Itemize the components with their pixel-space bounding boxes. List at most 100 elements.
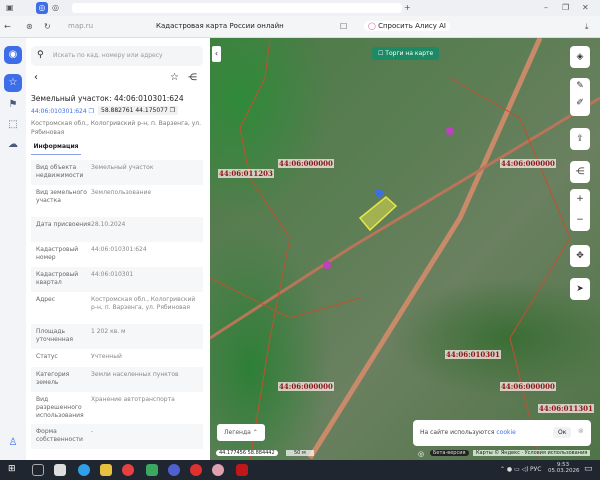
edit-icon[interactable]: ✐ [570, 95, 590, 112]
cadastral-label: 44:06:010301 [445, 350, 501, 359]
tab-information[interactable]: Информация [31, 143, 81, 155]
back-icon[interactable]: ← [4, 21, 11, 33]
info-key: Вид разрешенного использования [36, 396, 84, 419]
info-row: Адрес Костромская обл., Кологривский р-н,… [31, 292, 203, 324]
alice-label: Спросить Алису AI [378, 22, 446, 30]
download-icon[interactable]: ⤓ [585, 21, 589, 33]
cad-number-link[interactable]: 44:06:010301:624 ❐ [31, 108, 94, 115]
coords-copy[interactable]: 58.882761 44.175077 ❐ [98, 106, 179, 115]
info-panel: ⚲ Искать по кад. номеру или адресу ‹ ☆ ⋲… [26, 38, 210, 460]
legend-button[interactable]: Легенда ⌃ [217, 424, 265, 441]
task-view-icon[interactable] [32, 464, 44, 476]
acrobat-icon[interactable] [236, 464, 248, 476]
tray-icons[interactable]: ⌃ ● ▭ ◁) [500, 466, 529, 473]
date: 05.03.2026 [548, 468, 580, 474]
windows-start-icon[interactable]: ⊞ [8, 464, 16, 474]
yandex-icon[interactable] [190, 464, 202, 476]
info-key: Дата присвоения [36, 221, 91, 228]
back-button[interactable]: ‹ [34, 72, 38, 83]
copyright[interactable]: Карты © Яндекс · Условия использования [473, 450, 591, 456]
info-key: Кадастровый номер [36, 246, 79, 261]
calendar-icon[interactable] [146, 464, 158, 476]
explorer-icon[interactable] [100, 464, 112, 476]
app-icon[interactable] [212, 464, 224, 476]
taskbar: ⊞ ⌃ ● ▭ ◁) РУС 9:53 05.03.2026 ▭ [0, 460, 600, 480]
new-tab-button[interactable]: + [404, 2, 411, 14]
info-key: Площадь уточненная [36, 328, 74, 343]
close-icon[interactable]: ⊗ [578, 427, 584, 435]
info-value: 28.10.2024 [91, 221, 126, 228]
tabs-menu-icon[interactable]: ▣ [6, 2, 14, 14]
map[interactable]: ‹ ☐ Торги на карте 44:06:011203 44:06:00… [210, 38, 600, 460]
zoom-out-button[interactable]: − [570, 210, 590, 231]
info-row: Кадастровый квартал 44:06:010301 [31, 267, 203, 292]
parcel-marker[interactable] [375, 189, 383, 197]
cadastral-label: 44:06:000000 [278, 159, 334, 168]
logo-icon[interactable]: ◉ [4, 46, 22, 64]
info-value: Хранение автотранспорта [91, 396, 175, 403]
reload-icon[interactable]: ↻ [44, 21, 51, 33]
yandex-browser-icon[interactable] [122, 464, 134, 476]
tab-bar: ▣ ◎ ◎ + – ❐ ✕ [0, 0, 600, 16]
tab-active[interactable]: ◎ [36, 2, 48, 14]
parcel-address: Костромская обл., Кологривский р-н, п. В… [31, 120, 202, 136]
info-key: Категория земель [36, 371, 70, 386]
pencil-icon[interactable]: ✎ [570, 78, 590, 95]
cloud-icon[interactable]: ☁ [4, 136, 22, 154]
share-map-button[interactable]: ⋲ [570, 161, 590, 183]
auctions-button[interactable]: ☐ Торги на карте [372, 47, 440, 60]
alice-button[interactable]: ◯ Спросить Алису AI [364, 21, 450, 31]
share-icon[interactable]: ⋲ [188, 73, 197, 83]
clock[interactable]: 9:53 05.03.2026 [548, 462, 580, 474]
cloud-upload-button[interactable]: ⇪ [570, 128, 590, 150]
select-area-icon[interactable]: ⬚ [4, 116, 22, 134]
alice-icon: ◯ [368, 22, 376, 30]
yandex-icon: ◎ [418, 450, 425, 458]
coords: 58.882761 44.175077 [101, 107, 168, 114]
mail-icon[interactable] [54, 464, 66, 476]
favorites-icon[interactable]: ☆ [4, 74, 22, 92]
poi-marker[interactable] [446, 127, 454, 135]
info-row: Форма собственности - [31, 424, 203, 449]
auctions-label: Торги на карте [385, 50, 434, 57]
move-button[interactable]: ✥ [570, 245, 590, 267]
info-row: Вид разрешенного использования Хранение а… [31, 392, 203, 424]
zoom-in-button[interactable]: + [570, 189, 590, 210]
url-field[interactable]: map.ru [68, 22, 93, 30]
language-indicator[interactable]: РУС [530, 466, 541, 473]
favorite-star-icon[interactable]: ☆ [170, 72, 179, 83]
search-icon: ⚲ [37, 50, 44, 60]
restore-button[interactable]: ❐ [562, 2, 569, 14]
close-window-button[interactable]: ✕ [582, 2, 589, 14]
flag-icon[interactable]: ⚑ [4, 96, 22, 114]
info-key: Кадастровый квартал [36, 271, 79, 286]
user-icon[interactable]: ♙ [4, 434, 22, 452]
info-key: Форма собственности [36, 428, 83, 443]
edge-icon[interactable] [78, 464, 90, 476]
info-row: Категория земель Земли населенных пунктов [31, 367, 203, 392]
boundary [449, 77, 571, 460]
app-icon[interactable] [168, 464, 180, 476]
protect-icon[interactable]: ⊛ [26, 21, 33, 33]
parcel-title: Земельный участок: 44:06:010301:624 [31, 94, 184, 103]
layers-button[interactable]: ◈ [570, 46, 590, 68]
search-input[interactable]: ⚲ Искать по кад. номеру или адресу [31, 46, 203, 66]
info-row: Дата присвоения 28.10.2024 [31, 217, 203, 242]
tab-icon[interactable]: ◎ [52, 2, 59, 14]
info-value: Костромская обл., Кологривский р-н, п. В… [91, 296, 196, 311]
bookmark-icon[interactable]: ☐ [340, 21, 347, 33]
draw-tools: ✎ ✐ [570, 78, 590, 116]
collapse-panel-button[interactable]: ‹ [212, 46, 221, 62]
cookie-link[interactable]: cookie [496, 429, 515, 436]
locate-button[interactable]: ➤ [570, 278, 590, 300]
cadastral-label: 44:06:000000 [500, 159, 556, 168]
page-title: Кадастровая карта России онлайн [156, 22, 284, 30]
poi-marker[interactable] [323, 261, 331, 269]
cookie-ok-button[interactable]: Ок [553, 427, 572, 438]
minimize-button[interactable]: – [544, 2, 548, 14]
info-key: Вид объекта недвижимости [36, 164, 84, 179]
beta-badge[interactable]: Бета-версия [430, 450, 469, 456]
address-bar: ← ⊛ ↻ map.ru Кадастровая карта России он… [0, 16, 600, 38]
notifications-icon[interactable]: ▭ [584, 464, 593, 474]
info-row: Статус Учтенный [31, 349, 203, 367]
